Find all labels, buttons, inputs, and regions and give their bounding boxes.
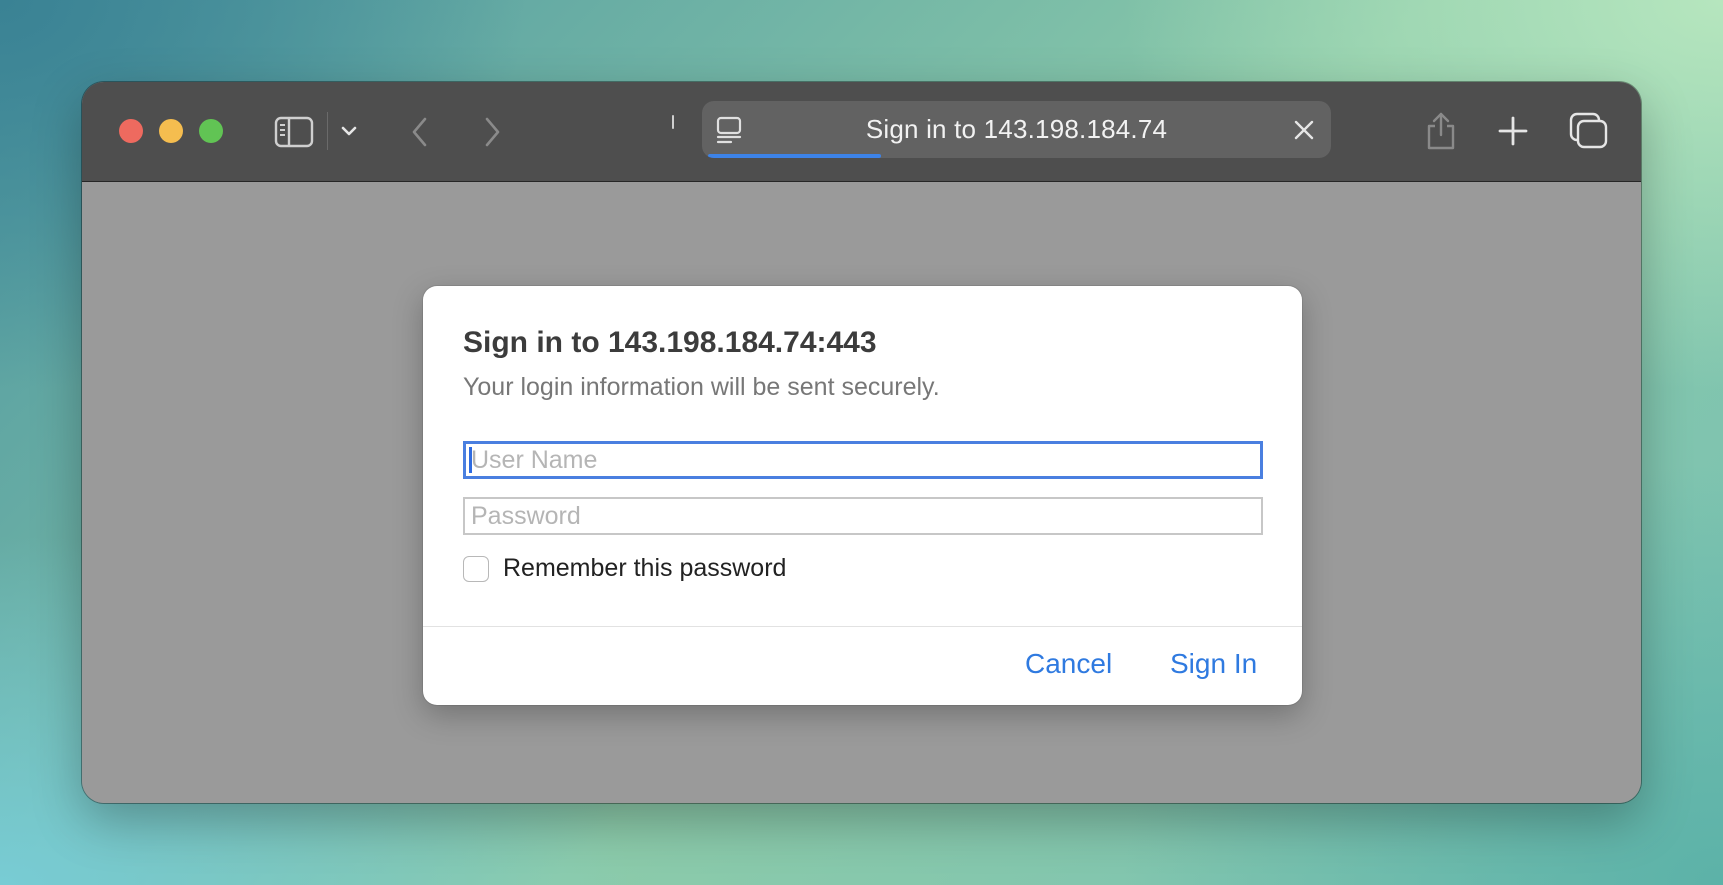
tab-overview-icon[interactable]: [1566, 108, 1612, 154]
close-icon[interactable]: [1287, 113, 1321, 147]
chevron-right-icon[interactable]: [472, 112, 512, 152]
window-minimize-button[interactable]: [159, 119, 183, 143]
address-bar[interactable]: Sign in to 143.198.184.74: [702, 101, 1331, 158]
page-load-progress-bar: [708, 154, 881, 158]
remember-password-option[interactable]: Remember this password: [463, 554, 786, 583]
text-caret: [469, 447, 472, 473]
chevron-left-icon[interactable]: [400, 112, 440, 152]
chevron-down-icon[interactable]: [334, 116, 364, 146]
browser-window: Sign in to 143.198.184.74 Sign in to 143…: [82, 82, 1641, 803]
sign-in-button[interactable]: Sign In: [1170, 648, 1257, 680]
plus-icon[interactable]: [1490, 108, 1536, 154]
window-zoom-button[interactable]: [199, 119, 223, 143]
address-title[interactable]: Sign in to 143.198.184.74: [762, 101, 1271, 158]
remember-password-checkbox[interactable]: [463, 555, 489, 582]
sidebar-icon[interactable]: [272, 110, 316, 154]
browser-toolbar: Sign in to 143.198.184.74: [82, 82, 1641, 182]
toolbar-marker: [672, 115, 674, 129]
username-input[interactable]: [463, 441, 1263, 479]
dialog-title: Sign in to 143.198.184.74:443: [463, 326, 877, 359]
password-input[interactable]: [463, 497, 1263, 535]
cancel-button[interactable]: Cancel: [1025, 648, 1112, 680]
dialog-subtitle: Your login information will be sent secu…: [463, 373, 940, 401]
share-icon[interactable]: [1418, 108, 1464, 154]
dialog-divider: [423, 626, 1302, 627]
remember-password-label[interactable]: Remember this password: [503, 554, 786, 583]
reader-mode-icon[interactable]: [712, 113, 746, 147]
toolbar-divider: [327, 112, 328, 150]
window-close-button[interactable]: [119, 119, 143, 143]
page-content: Sign in to 143.198.184.74:443 Your login…: [82, 182, 1641, 803]
sign-in-dialog: Sign in to 143.198.184.74:443 Your login…: [423, 286, 1302, 705]
